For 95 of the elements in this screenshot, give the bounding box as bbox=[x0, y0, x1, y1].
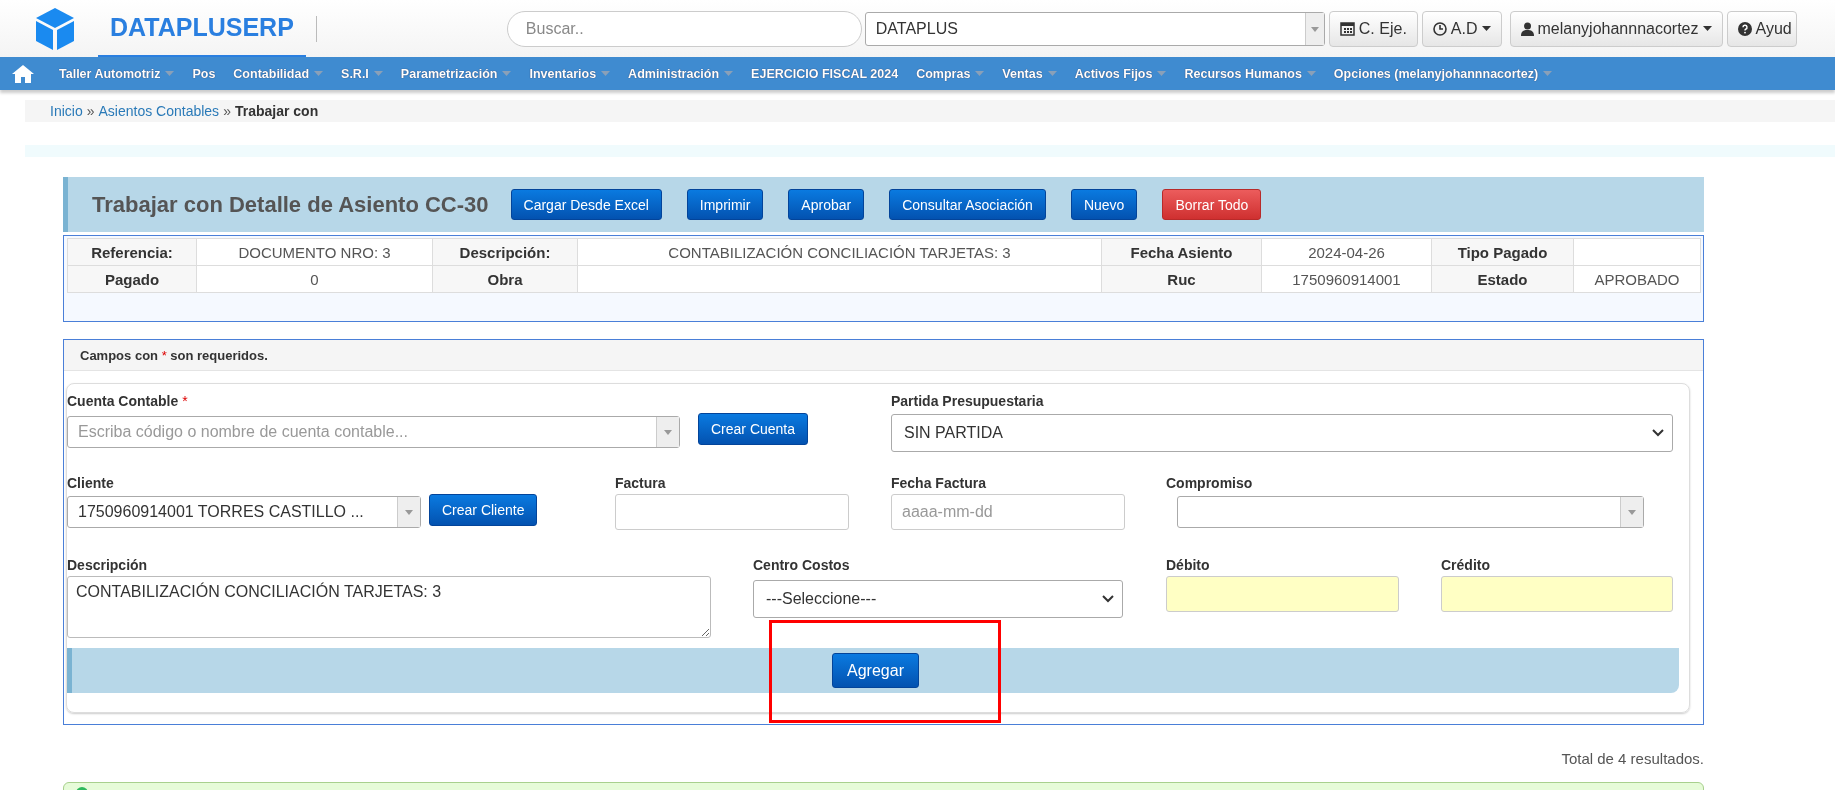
caret-icon bbox=[1702, 26, 1712, 31]
header-button[interactable]: Ayud bbox=[1726, 10, 1797, 47]
combo-field[interactable] bbox=[1177, 496, 1644, 528]
caret-icon bbox=[397, 497, 420, 527]
caret-icon bbox=[724, 71, 734, 76]
field-label: Cliente bbox=[67, 474, 115, 493]
caret-icon bbox=[373, 71, 383, 76]
combo-field[interactable]: 1750960914001 TORRES CASTILLO ... bbox=[67, 496, 421, 528]
calendar-icon bbox=[1339, 21, 1355, 36]
menu-item[interactable]: Compras bbox=[907, 66, 994, 81]
caret-icon bbox=[1157, 71, 1167, 76]
field-label: Centro Costos bbox=[753, 556, 851, 575]
caret-icon bbox=[1620, 497, 1643, 527]
action-button[interactable]: Aprobar bbox=[788, 189, 865, 220]
header-button[interactable]: melanyjohannnacortez bbox=[1509, 10, 1723, 47]
field-label: Partida Presupuestaria bbox=[891, 392, 1045, 411]
header-button[interactable]: C. Eje. bbox=[1328, 10, 1418, 47]
create-button[interactable]: Crear Cliente bbox=[429, 494, 538, 526]
field-label: Estado bbox=[1431, 265, 1574, 293]
caret-icon bbox=[1047, 71, 1057, 76]
breadcrumb-separator: » bbox=[223, 103, 231, 119]
description-field[interactable]: CONTABILIZACIÓN CONCILIACIÓN TARJETAS: 3 bbox=[67, 576, 711, 638]
field-label: Compromiso bbox=[1166, 474, 1254, 493]
company-select[interactable]: DATAPLUS bbox=[864, 11, 1325, 46]
user-icon bbox=[1520, 21, 1534, 36]
menu-item[interactable]: Activos Fijos bbox=[1065, 66, 1176, 81]
field-label: Pagado bbox=[67, 265, 197, 293]
menu-item[interactable]: Pos bbox=[183, 66, 225, 81]
input-field[interactable] bbox=[615, 494, 849, 530]
create-button[interactable]: Crear Cuenta bbox=[698, 413, 809, 445]
table-cell: 1750960914001 bbox=[1261, 265, 1432, 293]
field-label: Referencia: bbox=[67, 238, 197, 266]
caret-icon bbox=[656, 417, 679, 447]
caret-icon bbox=[1481, 26, 1491, 31]
field-label: Ruc bbox=[1101, 265, 1262, 293]
amount-field[interactable] bbox=[1441, 576, 1673, 612]
table-cell: CONTABILIZACIÓN CONCILIACIÓN TARJETAS: 3 bbox=[577, 238, 1102, 266]
chevron-down-icon bbox=[1102, 595, 1114, 603]
field-label: Obra bbox=[432, 265, 578, 293]
breadcrumb-separator: » bbox=[86, 103, 95, 119]
chevron-down-icon bbox=[1652, 429, 1664, 437]
field-label: Débito bbox=[1166, 556, 1211, 575]
caret-icon bbox=[975, 71, 985, 76]
field-label: Tipo Pagado bbox=[1431, 238, 1574, 266]
caret-icon bbox=[314, 71, 324, 76]
caret-icon bbox=[1543, 71, 1553, 76]
input-field[interactable]: aaaa-mm-dd bbox=[891, 494, 1125, 530]
caret-icon bbox=[502, 71, 512, 76]
table-cell: 2024-04-26 bbox=[1261, 238, 1432, 266]
table-cell: DOCUMENTO NRO: 3 bbox=[196, 238, 433, 266]
caret-icon bbox=[601, 71, 611, 76]
action-button[interactable]: Borrar Todo bbox=[1162, 189, 1262, 220]
search-field[interactable]: Buscar.. bbox=[506, 10, 862, 47]
select-field[interactable]: ---Seleccione--- bbox=[753, 580, 1123, 618]
breadcrumb-link[interactable]: Inicio bbox=[50, 103, 83, 119]
amount-field[interactable] bbox=[1166, 576, 1399, 612]
select-field[interactable]: SIN PARTIDA bbox=[891, 414, 1673, 452]
table-cell: APROBADO bbox=[1573, 265, 1701, 293]
action-button[interactable]: Nuevo bbox=[1070, 189, 1138, 220]
menu-item[interactable]: S.R.I bbox=[332, 66, 392, 81]
add-button[interactable]: Agregar bbox=[832, 653, 919, 688]
header-button[interactable]: A.D bbox=[1421, 10, 1502, 47]
menu-item[interactable]: Opciones (melanyjohannnacortez) bbox=[1324, 66, 1562, 81]
caret-icon bbox=[1304, 12, 1324, 45]
caret-icon bbox=[165, 71, 175, 76]
cube-logo-icon bbox=[34, 6, 76, 51]
field-label: Crédito bbox=[1441, 556, 1491, 575]
field-label: Fecha Asiento bbox=[1101, 238, 1262, 266]
menu-item[interactable]: Recursos Humanos bbox=[1175, 66, 1325, 81]
caret-icon bbox=[1306, 71, 1316, 76]
home-icon bbox=[12, 64, 34, 83]
action-button[interactable]: Imprimir bbox=[686, 189, 764, 220]
results-count: Total de 4 resultados. bbox=[1560, 750, 1704, 769]
menu-item[interactable]: Contabilidad bbox=[224, 66, 333, 81]
action-button[interactable]: Cargar Desde Excel bbox=[510, 189, 662, 220]
field-label: Cuenta Contable * bbox=[67, 392, 189, 411]
action-button[interactable]: Consultar Asociación bbox=[889, 189, 1046, 220]
field-label: Factura bbox=[615, 474, 667, 493]
menu-item[interactable]: EJERCICIO FISCAL 2024 bbox=[742, 66, 908, 81]
breadcrumb-link[interactable]: Asientos Contables bbox=[98, 103, 220, 119]
menu-item[interactable]: Ventas bbox=[993, 66, 1066, 81]
breadcrumb-current: Trabajar con bbox=[234, 103, 319, 119]
table-cell: 0 bbox=[196, 265, 433, 293]
field-label: Descripción bbox=[67, 556, 149, 575]
panel-title: Trabajar con Detalle de Asiento CC-30 bbox=[92, 191, 489, 218]
menu-item[interactable]: Parametrización bbox=[391, 66, 521, 81]
menu-item[interactable]: Administración bbox=[619, 66, 743, 81]
help-icon bbox=[1737, 21, 1752, 36]
menu-item[interactable]: Taller Automotriz bbox=[50, 66, 184, 81]
field-label: Fecha Factura bbox=[891, 474, 987, 493]
clock-icon bbox=[1432, 21, 1447, 36]
required-note: Campos con * son requeridos. bbox=[80, 347, 268, 363]
menu-item[interactable]: Inventarios bbox=[520, 66, 620, 81]
combo-field[interactable]: Escriba código o nombre de cuenta contable... bbox=[67, 416, 680, 448]
field-label: Descripción: bbox=[432, 238, 578, 266]
